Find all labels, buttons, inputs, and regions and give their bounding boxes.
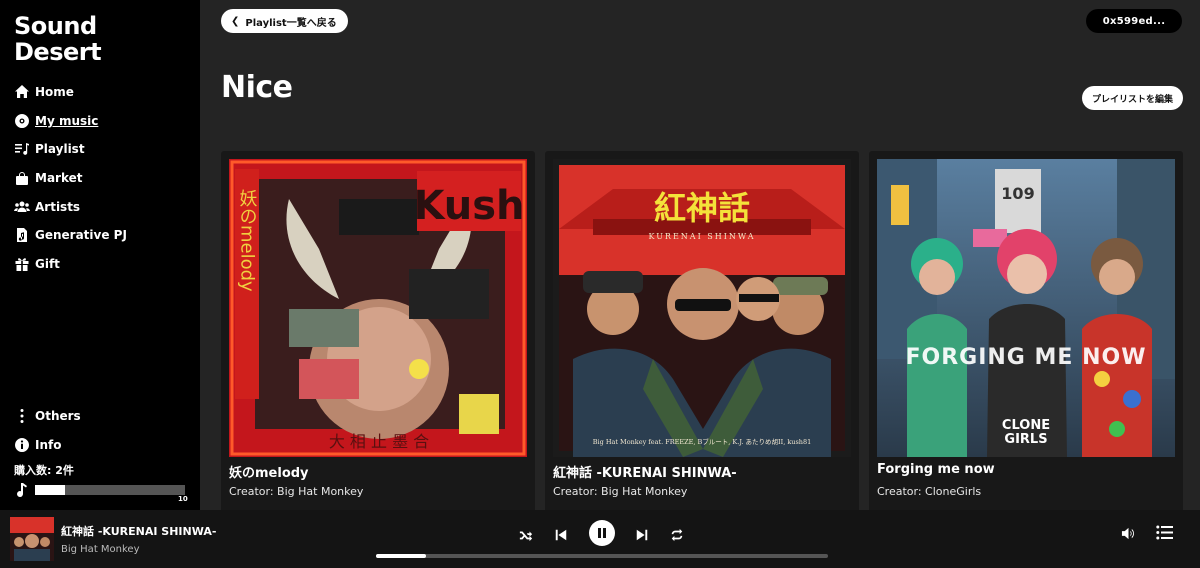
art-sign-text: 109	[1001, 184, 1034, 203]
purchase-count: 購入数: 2件	[14, 464, 74, 477]
playlist-title: Nice	[221, 70, 293, 105]
album-art: 紅神話 KURENAI SHINWA Big Hat Monkey feat. …	[553, 159, 851, 457]
shuffle-icon	[519, 531, 533, 542]
playback-progress-bar[interactable]	[376, 554, 828, 558]
sidebar-item-label: My music	[35, 113, 99, 128]
queue-list-button[interactable]	[1154, 522, 1174, 542]
playback-progress-fill	[376, 554, 426, 558]
art-side-title: 妖のmelody	[237, 189, 258, 292]
skip-back-icon	[555, 529, 567, 541]
player-bar: 紅神話 -KURENAI SHINWA- Big Hat Monkey	[0, 510, 1200, 568]
sidebar-item-artists[interactable]: Artists	[14, 192, 127, 221]
sidebar-item-label: Playlist	[35, 142, 85, 157]
info-icon	[15, 437, 30, 452]
sidebar-bottom-nav: Others Info	[14, 402, 81, 459]
art-brand-line-2: GIRLS	[1004, 432, 1047, 447]
art-brand-line-1: CLONE	[1002, 418, 1050, 433]
album-art-image: 紅神話 KURENAI SHINWA Big Hat Monkey feat. …	[553, 159, 851, 457]
volume-icon	[1121, 527, 1134, 539]
track-creator: Creator: Big Hat Monkey	[553, 485, 688, 498]
next-track-button[interactable]	[630, 523, 654, 547]
art-credits-text: Big Hat Monkey feat. FREEZE, Bブルート, K.J.…	[593, 437, 812, 446]
list-icon	[1155, 525, 1173, 539]
sidebar-item-gift[interactable]: Gift	[14, 250, 127, 279]
more-vertical-icon	[20, 409, 24, 424]
now-playing-artist[interactable]: Big Hat Monkey	[61, 544, 140, 555]
back-to-playlists-button[interactable]: ❮ Playlist一覧へ戻る	[221, 9, 348, 33]
track-creator: Creator: Big Hat Monkey	[229, 485, 364, 498]
sidebar-item-label: Others	[35, 409, 81, 424]
purchase-quota	[14, 482, 185, 498]
sidebar-item-label: Gift	[35, 256, 60, 271]
sidebar-item-my-music[interactable]: My music	[14, 107, 127, 136]
sidebar-item-market[interactable]: Market	[14, 164, 127, 193]
now-playing-title[interactable]: 紅神話 -KURENAI SHINWA-	[61, 523, 216, 539]
art-kush-text: Kush	[413, 183, 524, 229]
skip-forward-icon	[636, 529, 648, 541]
music-file-icon	[17, 228, 27, 243]
disc-icon	[15, 113, 30, 128]
album-art: 109 FORGING ME NOW CLONE GIRLS	[877, 159, 1175, 457]
main-content: ❮ Playlist一覧へ戻る 0x599ed... Nice プレイリストを編…	[200, 0, 1200, 521]
track-grid: Kush 妖のmelody 大 相 止 墨 合 妖のmelody Creator…	[221, 151, 1183, 521]
album-art: Kush 妖のmelody 大 相 止 墨 合	[229, 159, 527, 457]
sidebar-item-label: Home	[35, 85, 74, 100]
wallet-button[interactable]: 0x599ed...	[1086, 9, 1182, 33]
chevron-left-icon: ❮	[231, 15, 240, 27]
art-subtitle-text: KURENAI SHINWA	[649, 232, 756, 241]
sidebar-item-label: Market	[35, 171, 83, 186]
sidebar-item-label: Generative PJ	[35, 228, 127, 243]
album-art-image: Kush 妖のmelody 大 相 止 墨 合	[229, 159, 527, 457]
logo-line-2: Desert	[14, 38, 102, 66]
quota-bar-fill	[35, 485, 65, 495]
gift-icon	[15, 258, 29, 271]
art-bottom-text: 大 相 止 墨 合	[329, 432, 429, 451]
app-root: Sound Desert Home My music Playlist Mark…	[0, 0, 1200, 568]
sidebar-item-others[interactable]: Others	[14, 402, 81, 431]
shuffle-button[interactable]	[514, 523, 538, 547]
track-card[interactable]: 109 FORGING ME NOW CLONE GIRLS Forging m…	[869, 151, 1183, 521]
track-card[interactable]: 紅神話 KURENAI SHINWA Big Hat Monkey feat. …	[545, 151, 859, 521]
repeat-icon	[671, 528, 683, 542]
album-art-image: 109 FORGING ME NOW CLONE GIRLS	[877, 159, 1175, 457]
users-icon	[14, 201, 30, 212]
logo-line-1: Sound	[14, 12, 97, 40]
quota-bar	[35, 485, 185, 495]
sidebar-item-generative-pj[interactable]: Generative PJ	[14, 221, 127, 250]
track-card[interactable]: Kush 妖のmelody 大 相 止 墨 合 妖のmelody Creator…	[221, 151, 535, 521]
now-playing-thumbnail[interactable]	[10, 517, 54, 561]
edit-playlist-button[interactable]: プレイリストを編集	[1081, 86, 1183, 110]
sidebar: Sound Desert Home My music Playlist Mark…	[0, 0, 200, 510]
quota-max: 10	[178, 495, 188, 503]
track-creator: Creator: CloneGirls	[877, 485, 982, 498]
bag-icon	[16, 172, 28, 186]
pause-icon	[598, 528, 606, 538]
track-title[interactable]: Forging me now	[877, 462, 995, 477]
music-note-icon	[17, 483, 27, 498]
art-title-text: 紅神話	[654, 189, 750, 227]
home-icon	[15, 85, 29, 99]
now-playing-art	[10, 517, 54, 561]
volume-button[interactable]	[1118, 523, 1138, 543]
track-title[interactable]: 妖のmelody	[229, 462, 309, 481]
playlist-icon	[15, 143, 29, 156]
sidebar-item-label: Artists	[35, 199, 81, 214]
sidebar-nav: Home My music Playlist Market Artists Ge…	[14, 78, 127, 278]
art-main-text: FORGING ME NOW	[905, 345, 1146, 370]
sidebar-item-label: Info	[35, 437, 62, 452]
sidebar-item-home[interactable]: Home	[14, 78, 127, 107]
back-button-label: Playlist一覧へ戻る	[245, 17, 337, 29]
sidebar-item-playlist[interactable]: Playlist	[14, 135, 127, 164]
app-logo[interactable]: Sound Desert	[14, 12, 102, 66]
repeat-button[interactable]	[665, 523, 689, 547]
track-title[interactable]: 紅神話 -KURENAI SHINWA-	[553, 462, 737, 481]
sidebar-item-info[interactable]: Info	[14, 431, 81, 460]
previous-track-button[interactable]	[549, 523, 573, 547]
play-pause-button[interactable]	[589, 520, 615, 546]
